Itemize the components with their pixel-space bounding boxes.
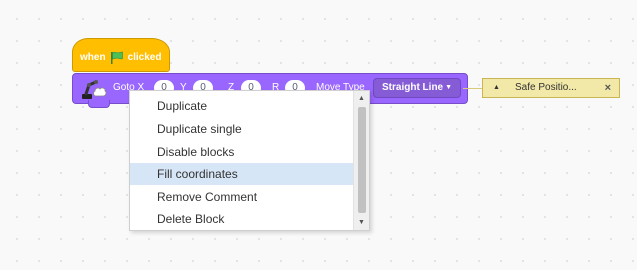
scroll-up-icon[interactable]: ▲ (354, 92, 369, 105)
menu-item-remove-comment[interactable]: Remove Comment (130, 186, 354, 208)
robot-arm-icon (82, 80, 107, 99)
hat-when-label: when (80, 52, 106, 63)
block-connector-tab (88, 100, 110, 108)
menu-scrollbar[interactable]: ▲ ▼ (353, 91, 369, 230)
menu-item-duplicate[interactable]: Duplicate (130, 95, 354, 117)
context-menu: Duplicate Duplicate single Disable block… (129, 90, 370, 231)
scroll-down-icon[interactable]: ▼ (354, 216, 369, 229)
move-type-dropdown[interactable]: Straight Line ▼ (373, 78, 461, 98)
chevron-down-icon: ▼ (445, 84, 452, 91)
close-icon[interactable]: × (605, 79, 611, 97)
menu-item-fill-coordinates[interactable]: Fill coordinates (130, 163, 354, 185)
move-type-value: Straight Line (382, 82, 444, 93)
scrollbar-thumb[interactable] (358, 107, 366, 213)
menu-item-duplicate-single[interactable]: Duplicate single (130, 118, 354, 140)
menu-item-disable-blocks[interactable]: Disable blocks (130, 141, 354, 163)
block-comment[interactable]: ▲ Safe Positio... × (482, 78, 620, 98)
hat-clicked-label: clicked (127, 52, 162, 63)
hat-block-content: when clicked (80, 51, 161, 64)
collapse-triangle-icon[interactable]: ▲ (493, 79, 500, 97)
menu-item-delete-block[interactable]: Delete Block (130, 208, 354, 230)
green-flag-icon (110, 51, 123, 64)
comment-text: Safe Positio... (515, 82, 577, 93)
comment-connector-line (463, 88, 483, 89)
